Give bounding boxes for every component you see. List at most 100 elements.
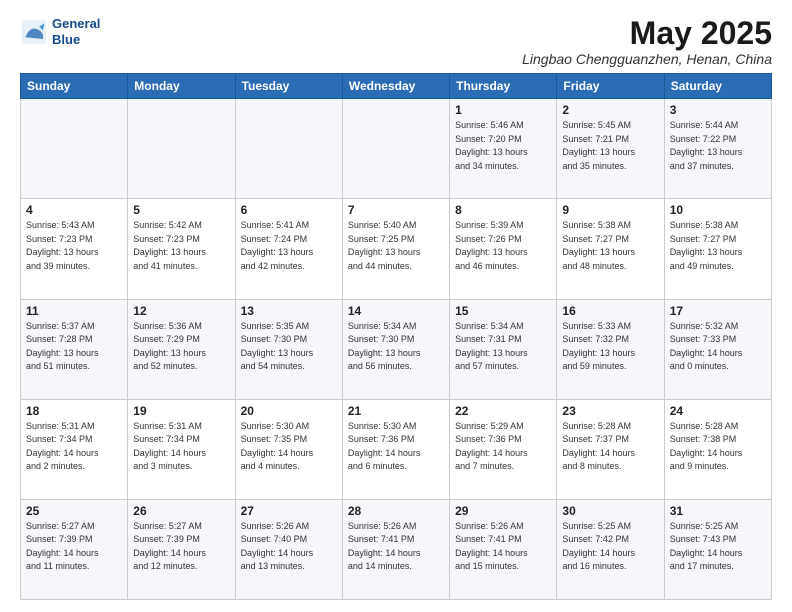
day-info: Sunrise: 5:45 AM Sunset: 7:21 PM Dayligh… <box>562 119 658 173</box>
calendar-header-monday: Monday <box>128 74 235 99</box>
calendar-header-tuesday: Tuesday <box>235 74 342 99</box>
day-info: Sunrise: 5:38 AM Sunset: 7:27 PM Dayligh… <box>670 219 766 273</box>
title-block: May 2025 Lingbao Chengguanzhen, Henan, C… <box>522 16 772 67</box>
calendar-week-1: 4Sunrise: 5:43 AM Sunset: 7:23 PM Daylig… <box>21 199 772 299</box>
calendar-header-wednesday: Wednesday <box>342 74 449 99</box>
calendar-cell: 8 Sunrise: 5:39 AM Sunset: 7:26 PM Daylig… <box>450 199 557 299</box>
day-info: Sunrise: 5:33 AM Sunset: 7:32 PM Dayligh… <box>562 320 658 374</box>
day-info: Sunrise: 5:26 AM Sunset: 7:41 PM Dayligh… <box>348 520 444 574</box>
day-number: 6 <box>241 203 337 217</box>
calendar-cell: 31Sunrise: 5:25 AM Sunset: 7:43 PM Dayli… <box>664 499 771 599</box>
day-info: Sunrise: 5:27 AM Sunset: 7:39 PM Dayligh… <box>133 520 229 574</box>
calendar-cell: 24 Sunrise: 5:28 AM Sunset: 7:38 PM Dayli… <box>664 399 771 499</box>
day-info: Sunrise: 5:29 AM Sunset: 7:36 PM Dayligh… <box>455 420 551 474</box>
calendar-cell: 14 Sunrise: 5:34 AM Sunset: 7:30 PM Dayli… <box>342 299 449 399</box>
day-number: 20 <box>241 404 337 418</box>
calendar-cell: 5 Sunrise: 5:42 AM Sunset: 7:23 PM Daylig… <box>128 199 235 299</box>
calendar-cell <box>128 99 235 199</box>
day-info: Sunrise: 5:26 AM Sunset: 7:41 PM Dayligh… <box>455 520 551 574</box>
header: General Blue May 2025 Lingbao Chengguanz… <box>20 16 772 67</box>
day-number: 1 <box>455 103 551 117</box>
location: Lingbao Chengguanzhen, Henan, China <box>522 51 772 67</box>
day-number: 30 <box>562 504 658 518</box>
day-number: 29 <box>455 504 551 518</box>
day-number: 16 <box>562 304 658 318</box>
day-number: 7 <box>348 203 444 217</box>
calendar-week-0: 1Sunrise: 5:46 AM Sunset: 7:20 PM Daylig… <box>21 99 772 199</box>
page: General Blue May 2025 Lingbao Chengguanz… <box>0 0 792 612</box>
calendar-cell: 10 Sunrise: 5:38 AM Sunset: 7:27 PM Dayli… <box>664 199 771 299</box>
day-number: 13 <box>241 304 337 318</box>
calendar-cell: 21 Sunrise: 5:30 AM Sunset: 7:36 PM Dayli… <box>342 399 449 499</box>
day-number: 3 <box>670 103 766 117</box>
day-info: Sunrise: 5:40 AM Sunset: 7:25 PM Dayligh… <box>348 219 444 273</box>
day-info: Sunrise: 5:26 AM Sunset: 7:40 PM Dayligh… <box>241 520 337 574</box>
calendar-week-2: 11 Sunrise: 5:37 AM Sunset: 7:28 PM Dayli… <box>21 299 772 399</box>
day-info: Sunrise: 5:28 AM Sunset: 7:37 PM Dayligh… <box>562 420 658 474</box>
day-number: 9 <box>562 203 658 217</box>
calendar-header-saturday: Saturday <box>664 74 771 99</box>
day-info: Sunrise: 5:31 AM Sunset: 7:34 PM Dayligh… <box>26 420 122 474</box>
day-info: Sunrise: 5:25 AM Sunset: 7:42 PM Dayligh… <box>562 520 658 574</box>
day-number: 10 <box>670 203 766 217</box>
calendar-cell <box>342 99 449 199</box>
day-info: Sunrise: 5:34 AM Sunset: 7:31 PM Dayligh… <box>455 320 551 374</box>
day-info: Sunrise: 5:39 AM Sunset: 7:26 PM Dayligh… <box>455 219 551 273</box>
calendar-cell: 17 Sunrise: 5:32 AM Sunset: 7:33 PM Dayli… <box>664 299 771 399</box>
day-info: Sunrise: 5:35 AM Sunset: 7:30 PM Dayligh… <box>241 320 337 374</box>
day-number: 21 <box>348 404 444 418</box>
day-info: Sunrise: 5:34 AM Sunset: 7:30 PM Dayligh… <box>348 320 444 374</box>
day-number: 8 <box>455 203 551 217</box>
day-info: Sunrise: 5:44 AM Sunset: 7:22 PM Dayligh… <box>670 119 766 173</box>
calendar-cell <box>235 99 342 199</box>
day-number: 23 <box>562 404 658 418</box>
calendar-cell: 11 Sunrise: 5:37 AM Sunset: 7:28 PM Dayli… <box>21 299 128 399</box>
calendar-cell: 23 Sunrise: 5:28 AM Sunset: 7:37 PM Dayli… <box>557 399 664 499</box>
calendar-cell: 1Sunrise: 5:46 AM Sunset: 7:20 PM Daylig… <box>450 99 557 199</box>
day-number: 26 <box>133 504 229 518</box>
day-number: 5 <box>133 203 229 217</box>
day-number: 14 <box>348 304 444 318</box>
day-number: 24 <box>670 404 766 418</box>
day-info: Sunrise: 5:28 AM Sunset: 7:38 PM Dayligh… <box>670 420 766 474</box>
day-info: Sunrise: 5:42 AM Sunset: 7:23 PM Dayligh… <box>133 219 229 273</box>
calendar-header-sunday: Sunday <box>21 74 128 99</box>
calendar-cell: 2 Sunrise: 5:45 AM Sunset: 7:21 PM Daylig… <box>557 99 664 199</box>
day-number: 27 <box>241 504 337 518</box>
day-number: 17 <box>670 304 766 318</box>
day-number: 2 <box>562 103 658 117</box>
calendar-week-4: 25 Sunrise: 5:27 AM Sunset: 7:39 PM Dayli… <box>21 499 772 599</box>
day-info: Sunrise: 5:30 AM Sunset: 7:35 PM Dayligh… <box>241 420 337 474</box>
calendar-cell: 20 Sunrise: 5:30 AM Sunset: 7:35 PM Dayli… <box>235 399 342 499</box>
logo-text: General Blue <box>52 16 100 47</box>
day-info: Sunrise: 5:31 AM Sunset: 7:34 PM Dayligh… <box>133 420 229 474</box>
day-info: Sunrise: 5:38 AM Sunset: 7:27 PM Dayligh… <box>562 219 658 273</box>
calendar-table: SundayMondayTuesdayWednesdayThursdayFrid… <box>20 73 772 600</box>
day-info: Sunrise: 5:32 AM Sunset: 7:33 PM Dayligh… <box>670 320 766 374</box>
day-number: 15 <box>455 304 551 318</box>
month-title: May 2025 <box>522 16 772 51</box>
logo: General Blue <box>20 16 100 47</box>
day-number: 28 <box>348 504 444 518</box>
day-info: Sunrise: 5:37 AM Sunset: 7:28 PM Dayligh… <box>26 320 122 374</box>
day-number: 31 <box>670 504 766 518</box>
day-number: 12 <box>133 304 229 318</box>
calendar-header-thursday: Thursday <box>450 74 557 99</box>
calendar-cell: 12Sunrise: 5:36 AM Sunset: 7:29 PM Dayli… <box>128 299 235 399</box>
day-number: 11 <box>26 304 122 318</box>
calendar-cell: 25Sunrise: 5:27 AM Sunset: 7:39 PM Dayli… <box>21 499 128 599</box>
calendar-cell: 9 Sunrise: 5:38 AM Sunset: 7:27 PM Daylig… <box>557 199 664 299</box>
calendar-cell: 22Sunrise: 5:29 AM Sunset: 7:36 PM Dayli… <box>450 399 557 499</box>
day-number: 18 <box>26 404 122 418</box>
calendar-cell: 4Sunrise: 5:43 AM Sunset: 7:23 PM Daylig… <box>21 199 128 299</box>
calendar-cell: 19 Sunrise: 5:31 AM Sunset: 7:34 PM Dayli… <box>128 399 235 499</box>
calendar-cell: 30 Sunrise: 5:25 AM Sunset: 7:42 PM Dayli… <box>557 499 664 599</box>
day-number: 25 <box>26 504 122 518</box>
day-info: Sunrise: 5:30 AM Sunset: 7:36 PM Dayligh… <box>348 420 444 474</box>
day-info: Sunrise: 5:43 AM Sunset: 7:23 PM Dayligh… <box>26 219 122 273</box>
calendar-cell: 16 Sunrise: 5:33 AM Sunset: 7:32 PM Dayli… <box>557 299 664 399</box>
calendar-cell: 27 Sunrise: 5:26 AM Sunset: 7:40 PM Dayli… <box>235 499 342 599</box>
day-number: 19 <box>133 404 229 418</box>
calendar-cell: 26 Sunrise: 5:27 AM Sunset: 7:39 PM Dayli… <box>128 499 235 599</box>
calendar-cell: 6Sunrise: 5:41 AM Sunset: 7:24 PM Daylig… <box>235 199 342 299</box>
